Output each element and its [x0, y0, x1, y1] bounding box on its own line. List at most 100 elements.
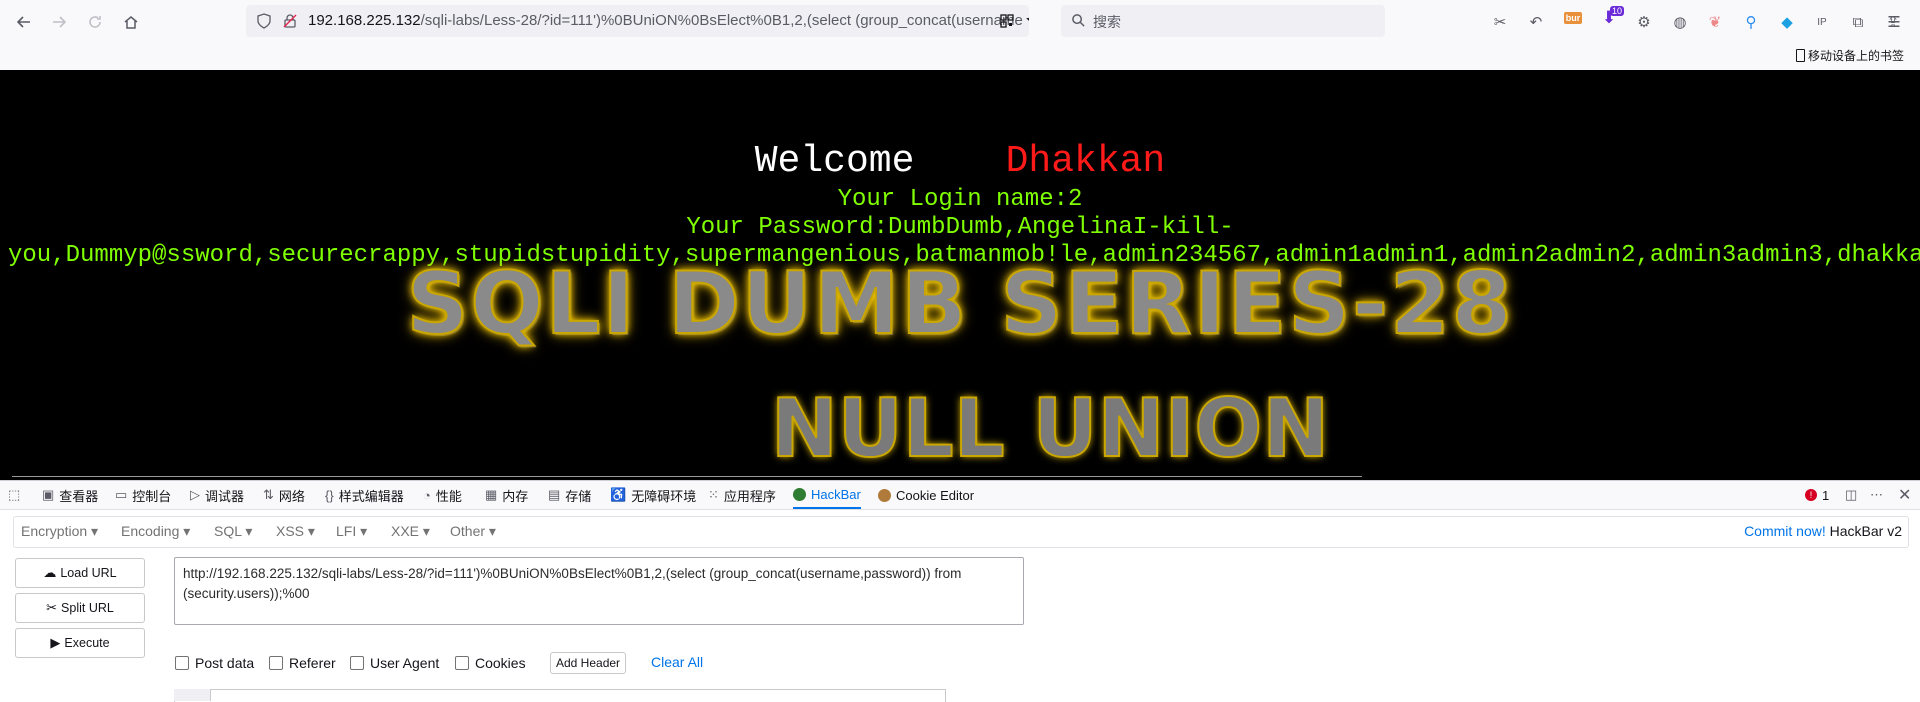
tab-storage[interactable]: ▤ 存储: [548, 481, 591, 509]
tab-application[interactable]: ⁙ 应用程序: [708, 481, 776, 509]
error-counter[interactable]: ! 1: [1805, 481, 1829, 509]
close-devtools-button[interactable]: ✕: [1898, 481, 1911, 509]
tab-label: 调试器: [205, 488, 245, 504]
hackbar-url-input[interactable]: http://192.168.225.132/sqli-labs/Less-28…: [174, 557, 1024, 625]
login-name-line: Your Login name:2: [837, 186, 1083, 213]
tab-memory[interactable]: ▦ 内存: [485, 481, 528, 509]
caret-down-icon: ▾: [245, 523, 253, 539]
hackbar-icon: [793, 487, 806, 501]
caret-down-icon: ▾: [183, 523, 191, 539]
menu-encoding[interactable]: Encoding ▾: [121, 523, 190, 540]
menu-xss[interactable]: XSS ▾: [276, 523, 315, 540]
search-icon: [1072, 14, 1085, 27]
tab-label: 查看器: [59, 488, 99, 504]
tab-inspector[interactable]: ▣ 查看器: [42, 481, 98, 509]
clear-all-link[interactable]: Clear All: [651, 654, 703, 670]
tab-label: 应用程序: [723, 488, 776, 504]
url-text[interactable]: 192.168.225.132/sqli-labs/Less-28/?id=11…: [308, 12, 1029, 29]
checkbox-box: [269, 656, 283, 670]
undo-icon[interactable]: ↶: [1525, 11, 1547, 33]
extension-icon-3[interactable]: ◆: [1776, 11, 1798, 33]
caret-down-icon: ▾: [91, 523, 99, 539]
dock-button[interactable]: ◫: [1845, 481, 1857, 509]
mobile-bookmarks-label: 移动设备上的书签: [1808, 49, 1905, 63]
extension-icon-1[interactable]: ⚙: [1633, 11, 1655, 33]
cookie-icon[interactable]: ◍: [1669, 11, 1691, 33]
cookies-checkbox[interactable]: Cookies: [455, 655, 526, 671]
button-label: Load URL: [60, 566, 117, 580]
checkbox-label: Post data: [195, 655, 255, 671]
search-bar[interactable]: 搜索: [1061, 5, 1385, 37]
download-extension-icon[interactable]: ⬇ 10: [1598, 6, 1625, 29]
tab-performance[interactable]: ◔ 性能: [423, 481, 462, 509]
reload-icon: [89, 16, 101, 28]
hackbar-commit: Commit now! HackBar v2: [1744, 523, 1902, 539]
menu-xxe[interactable]: XXE ▾: [391, 523, 430, 540]
tab-console[interactable]: ▭ 控制台: [115, 481, 171, 509]
dock-icon: ◫: [1845, 487, 1858, 502]
shield-icon[interactable]: [256, 13, 272, 29]
grid-icon: ⁙: [708, 487, 719, 502]
post-data-checkbox[interactable]: Post data: [175, 655, 254, 671]
pick-element-button[interactable]: ⬚: [8, 481, 20, 509]
tab-accessibility[interactable]: ♿ 无障碍环境: [610, 481, 696, 509]
menu-label: Encoding: [121, 523, 180, 539]
cloud-download-icon: ☁: [43, 565, 57, 580]
arrow-right-icon: [53, 16, 67, 28]
home-icon: [124, 16, 138, 29]
tab-hackbar[interactable]: HackBar: [793, 481, 861, 509]
mobile-bookmarks[interactable]: 移动设备上的书签: [1796, 47, 1904, 64]
checkbox-label: Cookies: [475, 655, 526, 671]
play-circle-icon: ▶: [50, 635, 61, 650]
menu-label: XXE: [391, 523, 420, 539]
tab-cookie-editor[interactable]: Cookie Editor: [878, 481, 974, 509]
button-label: Split URL: [61, 601, 114, 615]
checkbox-box: [350, 656, 364, 670]
tab-debugger[interactable]: ▷ 调试器: [190, 481, 244, 509]
commit-link[interactable]: Commit now!: [1744, 523, 1826, 539]
tab-label: 存储: [565, 488, 592, 504]
back-button[interactable]: [11, 9, 37, 35]
home-button[interactable]: [118, 9, 144, 35]
menu-encryption[interactable]: Encryption ▾: [21, 523, 98, 540]
more-icon: ⋯: [1870, 487, 1883, 502]
tab-style-editor[interactable]: {} 样式编辑器: [325, 481, 404, 509]
pin-icon[interactable]: ⚲: [1740, 11, 1762, 33]
star-bookmark-icon[interactable]: [1026, 12, 1029, 29]
split-url-button[interactable]: ✂ Split URL: [15, 593, 145, 623]
tab-network[interactable]: ⇅ 网络: [263, 481, 305, 509]
tab-label: 样式编辑器: [338, 488, 404, 504]
arrow-left-icon: [16, 16, 30, 28]
menu-other[interactable]: Other ▾: [450, 523, 496, 540]
braces-icon: {}: [325, 487, 334, 503]
error-count: 1: [1822, 487, 1830, 503]
menu-lfi[interactable]: LFI ▾: [336, 523, 367, 540]
close-icon: ✕: [1898, 487, 1912, 504]
burp-extension-icon[interactable]: bur: [1562, 7, 1584, 29]
tab-label: 网络: [278, 488, 305, 504]
checkbox-label: User Agent: [370, 655, 440, 671]
tab-label: 内存: [502, 488, 529, 504]
hackbar-menu: Encryption ▾ Encoding ▾ SQL ▾ XSS ▾ LFI …: [13, 516, 1909, 548]
crop-icon[interactable]: ✂: [1489, 11, 1511, 33]
scissors-icon: ✂: [46, 600, 58, 615]
insecure-lock-icon[interactable]: [282, 13, 298, 29]
add-header-button[interactable]: Add Header: [550, 652, 627, 674]
extension-icon-2[interactable]: ❦: [1704, 11, 1726, 33]
forward-button[interactable]: [46, 9, 72, 35]
more-options-button[interactable]: ⋯: [1870, 481, 1883, 509]
qr-code-icon[interactable]: [999, 13, 1015, 29]
url-bar[interactable]: 192.168.225.132/sqli-labs/Less-28/?id=11…: [246, 5, 1029, 37]
load-url-button[interactable]: ☁ Load URL: [15, 558, 145, 588]
referer-checkbox[interactable]: Referer: [269, 655, 336, 671]
page-divider: [12, 476, 1362, 477]
ip-icon[interactable]: IP: [1811, 11, 1833, 33]
extensions-puzzle-icon[interactable]: ⧉: [1847, 11, 1869, 33]
user-agent-checkbox[interactable]: User Agent: [350, 655, 439, 671]
menu-label: SQL: [214, 523, 242, 539]
menu-icon[interactable]: ☰: [1883, 11, 1905, 33]
post-data-field[interactable]: [174, 689, 946, 702]
execute-button[interactable]: ▶ Execute: [15, 628, 145, 658]
menu-sql[interactable]: SQL ▾: [214, 523, 252, 540]
reload-button[interactable]: [82, 9, 108, 35]
